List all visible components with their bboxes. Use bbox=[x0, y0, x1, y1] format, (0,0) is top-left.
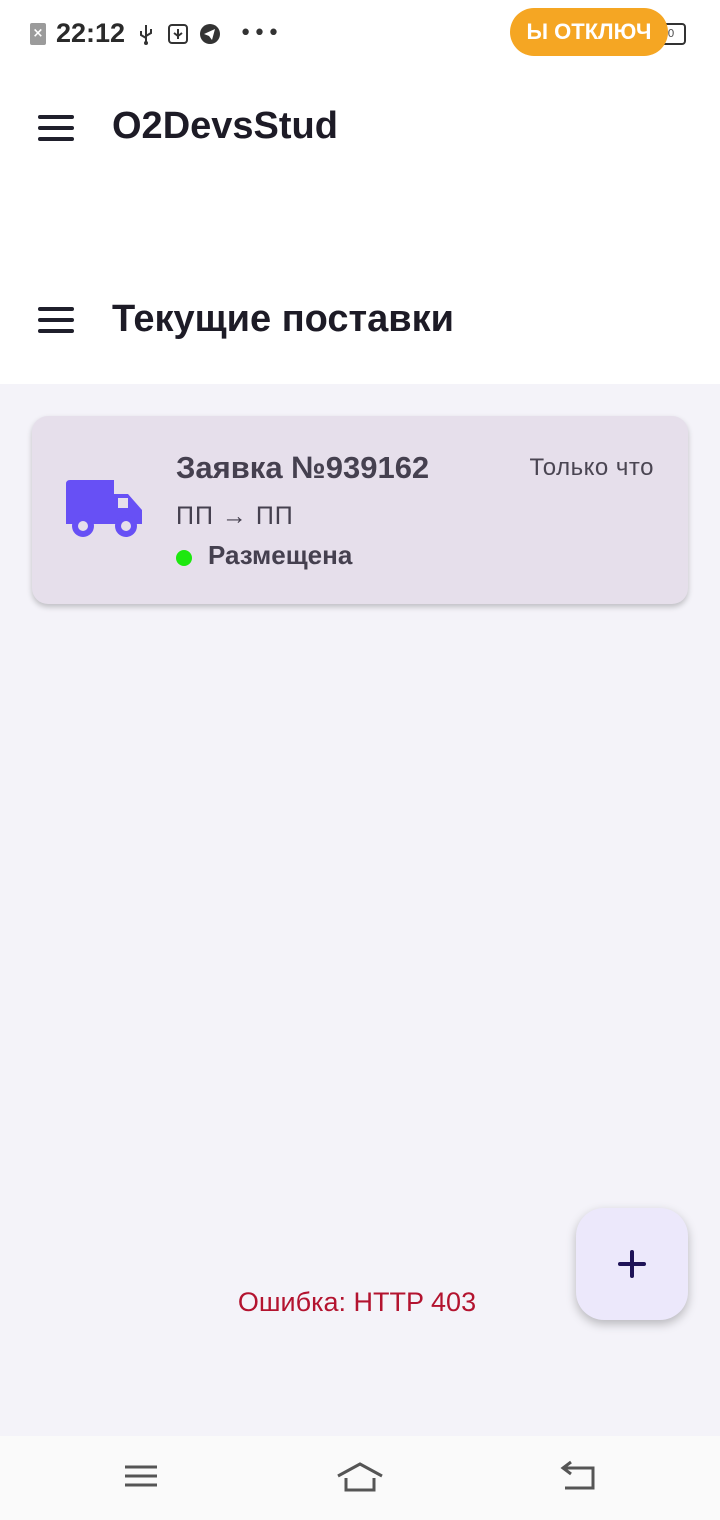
more-dots-icon: ••• bbox=[239, 21, 281, 46]
status-bar: × 22:12 ••• 100 Ы ОТКЛЮЧ bbox=[0, 0, 720, 66]
content-area: Заявка №939162 Только что ПП → ПП Размещ… bbox=[0, 384, 720, 1436]
back-icon[interactable] bbox=[555, 1456, 603, 1496]
request-title: Заявка №939162 bbox=[176, 450, 430, 485]
vpn-disconnect-pill[interactable]: Ы ОТКЛЮЧ bbox=[510, 8, 668, 56]
request-time: Только что bbox=[529, 454, 654, 481]
system-nav-bar bbox=[0, 1436, 720, 1520]
request-card[interactable]: Заявка №939162 Только что ПП → ПП Размещ… bbox=[32, 416, 688, 604]
add-request-button[interactable] bbox=[576, 1208, 688, 1320]
section-menu-icon[interactable] bbox=[38, 307, 74, 333]
home-icon[interactable] bbox=[336, 1456, 384, 1496]
app-bar: O2DevsStud bbox=[0, 78, 720, 178]
section-bar: Текущие поставки bbox=[0, 270, 720, 370]
section-title: Текущие поставки bbox=[112, 298, 454, 340]
truck-icon bbox=[66, 480, 142, 537]
status-bar-left: × 22:12 ••• bbox=[30, 18, 281, 49]
recent-apps-icon[interactable] bbox=[117, 1456, 165, 1496]
app-title: O2DevsStud bbox=[112, 105, 338, 147]
telegram-icon bbox=[200, 23, 221, 44]
sim-error-icon: × bbox=[30, 22, 46, 45]
request-route: ПП → ПП bbox=[176, 502, 294, 530]
status-time: 22:12 bbox=[56, 18, 126, 48]
menu-icon[interactable] bbox=[38, 115, 74, 141]
status-dot-icon bbox=[176, 550, 192, 566]
vpn-pill-label: Ы ОТКЛЮЧ bbox=[526, 19, 652, 44]
usb-icon bbox=[140, 24, 153, 45]
request-status: Размещена bbox=[208, 540, 353, 570]
usb-debug-icon bbox=[168, 23, 189, 44]
